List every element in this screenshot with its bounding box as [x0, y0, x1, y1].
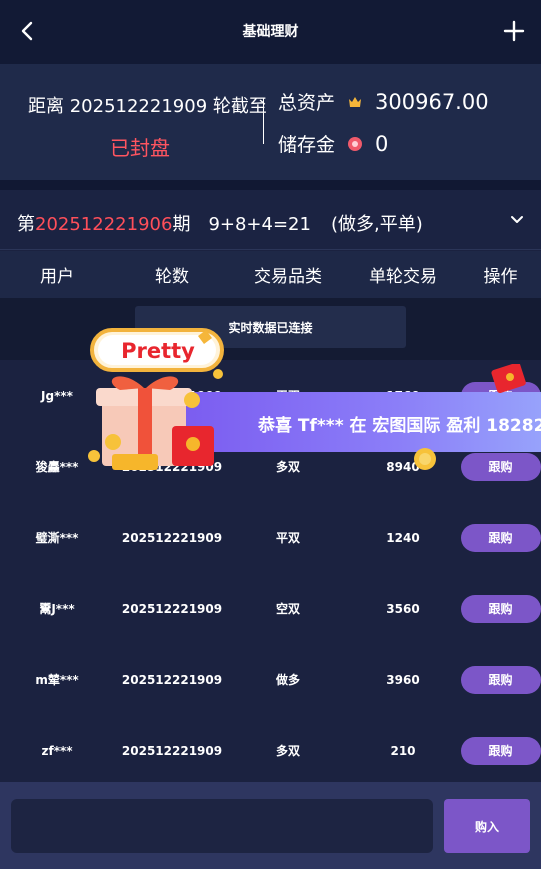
period-prefix: 第	[17, 214, 35, 235]
total-assets-label: 总资产	[278, 92, 336, 114]
table-row: 璧澌*** 202512221909 平双 1240 跟购	[0, 502, 541, 573]
header-type: 交易品类	[254, 267, 322, 287]
bottom-bar: 购入	[0, 782, 541, 869]
sparkle-icon	[414, 448, 436, 470]
divider	[263, 98, 264, 144]
total-assets: 总资产 300967.00	[278, 88, 489, 115]
gift-icon: Pretty	[88, 328, 224, 470]
row-action: 跟购	[460, 594, 541, 623]
nav-bar: 基础理财	[0, 0, 541, 64]
status-panel: 距离 202512221909 轮截至 已封盘 总资产 300967.00 储存…	[0, 64, 541, 180]
row-type: 平双	[275, 531, 300, 545]
row-round: 202512221909	[121, 672, 223, 687]
header-user: 用户	[40, 267, 74, 287]
follow-button[interactable]: 跟购	[460, 594, 541, 623]
row-round: 202512221909	[121, 601, 223, 616]
follow-button[interactable]: 跟购	[460, 665, 541, 694]
row-amount: 210	[390, 743, 416, 758]
follow-button[interactable]: 跟购	[460, 523, 541, 552]
row-user: zf***	[41, 743, 73, 758]
deposit-label: 储存金	[278, 134, 336, 156]
row-round: 202512221909	[121, 743, 223, 758]
table-header: 用户 轮数 交易品类 单轮交易 操作	[0, 251, 541, 298]
row-amount: 3560	[386, 601, 420, 616]
table-row: zf*** 202512221909 多双 210 跟购	[0, 715, 541, 786]
row-amount: 3960	[386, 672, 420, 687]
table-row: m辇*** 202512221909 做多 3960 跟购	[0, 644, 541, 715]
coin-icon	[348, 136, 363, 151]
row-action: 跟购	[460, 452, 541, 481]
badge-text: Pretty	[121, 339, 195, 363]
red-envelope-icon	[491, 364, 526, 394]
row-round: 202512221909	[121, 530, 223, 545]
row-type: 空双	[275, 602, 300, 616]
row-amount: 8940	[386, 459, 420, 474]
total-assets-value: 300967.00	[375, 89, 489, 114]
period-suffix: 期	[172, 214, 191, 235]
row-amount: 1240	[386, 530, 420, 545]
follow-button[interactable]: 跟购	[460, 452, 541, 481]
buy-button[interactable]: 购入	[444, 799, 530, 853]
period-info: 第202512221906期 9+8+4=21 (做多,平单)	[17, 210, 423, 236]
plus-icon[interactable]	[501, 18, 527, 44]
period-number: 202512221906	[35, 214, 173, 235]
period-formula: 9+8+4=21	[208, 214, 311, 235]
crown-icon	[349, 96, 362, 107]
row-type: 做多	[275, 673, 300, 687]
period-result: (做多,平单)	[330, 214, 423, 235]
header-round: 轮数	[155, 267, 189, 287]
deposit: 储存金 0	[278, 130, 388, 157]
row-action: 跟购	[460, 523, 541, 552]
row-user: 璧澌***	[35, 531, 79, 545]
table-row: 鬻J*** 202512221909 空双 3560 跟购	[0, 573, 541, 644]
chevron-down-icon[interactable]	[509, 212, 525, 228]
follow-button[interactable]: 跟购	[460, 736, 541, 765]
row-type: 多双	[275, 744, 300, 758]
separator	[0, 180, 541, 190]
row-action: 跟购	[460, 665, 541, 694]
amount-input[interactable]	[11, 799, 433, 853]
row-user: m辇***	[35, 673, 79, 687]
row-type: 多双	[275, 460, 300, 474]
period-selector[interactable]: 第202512221906期 9+8+4=21 (做多,平单)	[0, 190, 541, 250]
closed-status: 已封盘	[110, 136, 170, 160]
header-amount: 单轮交易	[369, 267, 437, 287]
win-notification-text: 恭喜 Tf*** 在 宏图国际 盈利 18282	[258, 416, 541, 436]
header-action: 操作	[483, 267, 518, 287]
round-deadline-label: 距离 202512221909 轮截至	[28, 96, 267, 117]
deposit-value: 0	[375, 131, 389, 156]
row-user: 鬻J***	[39, 602, 75, 616]
page-title: 基础理财	[242, 24, 299, 40]
row-action: 跟购	[460, 736, 541, 765]
